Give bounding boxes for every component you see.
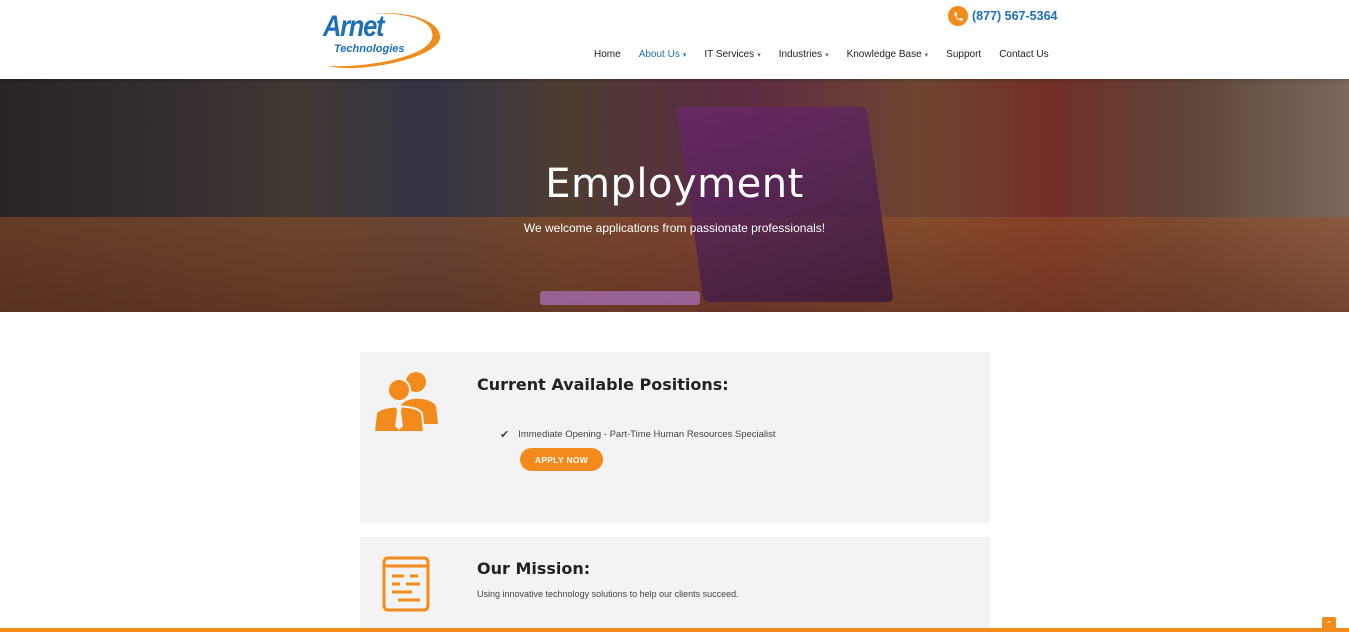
users-icon — [372, 366, 440, 437]
nav-about-us-label: About Us — [638, 49, 680, 60]
hero-background-laptop-base — [540, 291, 700, 305]
site-header: Arnet Technologies (877) 567-5364 Home A… — [0, 0, 1349, 79]
main-nav: Home About Us ▾ IT Services ▾ Industries ▾ … — [594, 49, 1049, 60]
logo-wordmark: Arnet — [323, 10, 384, 43]
nav-contact-us-label: Contact Us — [999, 49, 1049, 60]
arnet-logo[interactable]: Arnet Technologies — [320, 8, 444, 72]
mission-title: Our Mission: — [477, 559, 591, 578]
page-subtitle: We welcome applications from passionate … — [523, 221, 826, 235]
mission-card: Our Mission: Using innovative technology… — [360, 537, 990, 632]
position-label: Immediate Opening - Part-Time Human Reso… — [518, 429, 776, 440]
list-item: ✔ Immediate Opening - Part-Time Human Re… — [500, 428, 776, 441]
chevron-up-icon: ⌃ — [1325, 620, 1333, 629]
phone-number[interactable]: (877) 567-5364 — [972, 9, 1057, 23]
nav-it-services[interactable]: IT Services ▾ — [704, 49, 760, 60]
logo-tagline: Technologies — [334, 43, 405, 55]
apply-now-button[interactable]: APPLY NOW — [520, 448, 603, 471]
positions-card: Current Available Positions: ✔ Immediate… — [360, 352, 990, 523]
nav-knowledge-base-label: Knowledge Base — [846, 49, 922, 60]
positions-title: Current Available Positions: — [477, 375, 729, 394]
nav-about-us[interactable]: About Us ▾ — [639, 49, 687, 60]
checklist-icon — [382, 556, 430, 617]
nav-home[interactable]: Home — [594, 49, 621, 60]
phone-contact[interactable]: (877) 567-5364 — [948, 6, 1057, 26]
nav-support-label: Support — [946, 49, 982, 60]
nav-knowledge-base[interactable]: Knowledge Base ▾ — [847, 49, 929, 60]
nav-industries-label: Industries — [778, 49, 823, 60]
chevron-down-icon: ▾ — [825, 52, 829, 59]
nav-home-label: Home — [594, 49, 621, 60]
nav-it-services-label: IT Services — [704, 49, 755, 60]
phone-icon — [948, 6, 968, 26]
page-title: Employment — [545, 161, 804, 207]
mission-text: Using innovative technology solutions to… — [477, 589, 739, 599]
nav-industries[interactable]: Industries ▾ — [779, 49, 829, 60]
scroll-to-top-button[interactable]: ⌃ — [1322, 617, 1336, 632]
check-icon: ✔ — [500, 429, 510, 441]
hero-banner: Employment We welcome applications from … — [0, 79, 1349, 312]
chevron-down-icon: ▾ — [924, 52, 929, 59]
footer-accent-bar — [0, 628, 1349, 632]
chevron-down-icon: ▾ — [682, 52, 687, 59]
nav-support[interactable]: Support — [946, 49, 981, 60]
chevron-down-icon: ▾ — [757, 52, 761, 59]
nav-contact-us[interactable]: Contact Us — [999, 49, 1048, 60]
